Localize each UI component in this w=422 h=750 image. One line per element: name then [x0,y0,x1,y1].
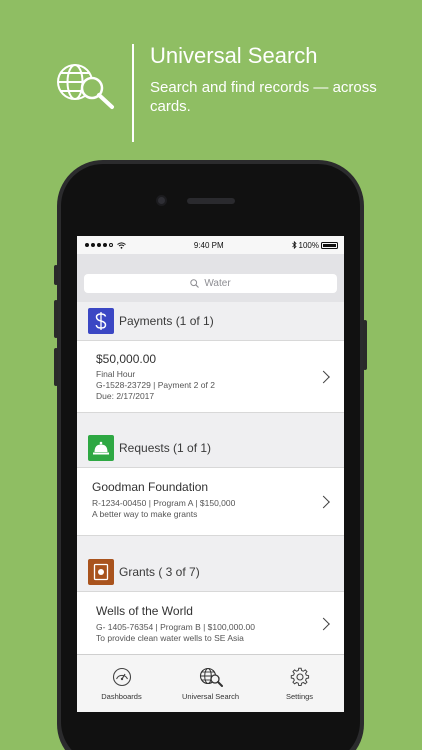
front-camera [156,195,167,206]
battery-icon [320,241,338,249]
requests-section-header: Requests (1 of 1) [77,429,344,467]
request-name: Goodman Foundation [92,480,209,494]
grants-section-title: Grants ( 3 of 7) [119,565,200,579]
request-description: A better way to make grants [92,509,198,519]
payments-section-header: Payments (1 of 1) [77,302,344,340]
tab-universal-search[interactable]: Universal Search [168,667,253,701]
grant-reference: G- 1405-76354 | Program B | $100,000.00 [96,622,255,632]
search-area: Water [77,254,344,302]
grant-name: Wells of the World [96,604,193,618]
promo-subtitle: Search and find records — across cards. [150,79,377,115]
volume-up-button [54,300,58,338]
grant-icon [88,559,114,585]
tab-settings[interactable]: Settings [257,667,342,701]
dollar-icon [88,308,114,334]
volume-down-button [54,348,58,386]
bluetooth-icon [291,241,297,249]
tab-dashboards[interactable]: Dashboards [79,667,164,701]
power-button [363,320,367,370]
search-input[interactable]: Water [84,274,337,293]
requests-section-title: Requests (1 of 1) [119,441,212,455]
grant-row[interactable]: Wells of the World G- 1405-76354 | Progr… [77,591,344,657]
search-icon [190,279,200,288]
payment-row[interactable]: $50,000.00 Final Hour G-1528-23729 | Pay… [77,340,344,413]
payment-due-date: Due: 2/17/2017 [96,391,155,401]
grants-section-header: Grants ( 3 of 7) [77,553,344,591]
app-screen: 9:40 PM 100% Water Payments (1 of 1) $50… [77,236,344,712]
tab-dashboards-label: Dashboards [101,691,142,701]
payment-reference: G-1528-23729 | Payment 2 of 2 [96,380,215,390]
status-time: 9:40 PM [193,240,224,250]
request-reference: R-1234-00450 | Program A | $150,000 [92,498,236,508]
promo-title: Universal Search [150,43,318,68]
payments-section-title: Payments (1 of 1) [119,314,214,328]
payment-name: Final Hour [96,369,136,379]
tab-universal-search-label: Universal Search [181,691,240,701]
wifi-icon [117,241,126,249]
gear-icon [290,667,309,686]
tab-bar: Dashboards Universal Search Settings [77,654,344,712]
dashboard-gauge-icon [112,667,131,686]
signal-strength-icon [85,241,126,249]
promo-divider [132,44,134,142]
globe-search-icon [199,667,223,687]
mute-switch [54,265,58,285]
globe-search-icon [55,60,117,112]
grant-description: To provide clean water wells to SE Asia [96,633,244,643]
tab-settings-label: Settings [285,691,314,701]
payment-amount: $50,000.00 [96,352,157,366]
battery-percent: 100% [298,240,319,250]
status-bar: 9:40 PM 100% [77,236,344,254]
search-query: Water [204,278,231,289]
request-row[interactable]: Goodman Foundation R-1234-00450 | Progra… [77,467,344,536]
service-bell-icon [88,435,114,461]
earpiece-speaker [187,198,235,204]
